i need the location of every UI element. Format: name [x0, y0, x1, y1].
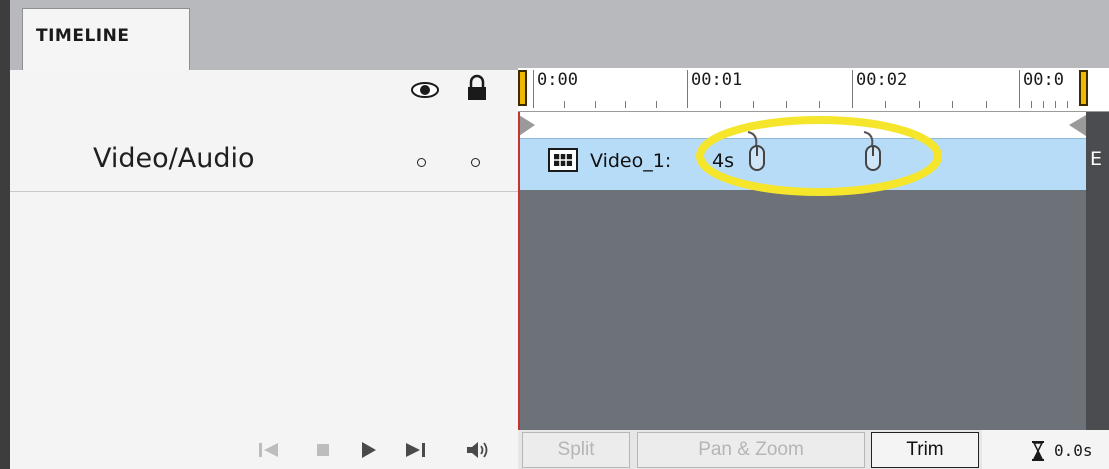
trim-button[interactable]: Trim: [871, 432, 979, 468]
play-icon[interactable]: [360, 441, 378, 459]
ruler-minor-tick: [952, 101, 953, 108]
ruler-minor-tick: [720, 101, 721, 108]
ruler-minor-tick: [753, 101, 754, 108]
ruler-major-tick: [1019, 70, 1020, 108]
duration-value: 0.0s: [1054, 441, 1093, 460]
ruler-minor-tick: [786, 101, 787, 108]
volume-icon[interactable]: [466, 440, 492, 460]
visibility-toggle[interactable]: [417, 158, 426, 167]
clip-name: Video_1:: [590, 150, 672, 172]
timeline-end-handle[interactable]: [1079, 70, 1088, 106]
ruler-tick-label: 0:00: [537, 70, 578, 90]
track-label: Video/Audio: [93, 143, 255, 174]
highlight-ellipse: [696, 116, 942, 196]
skip-forward-icon[interactable]: [404, 441, 428, 459]
ruler-tick-label: 00:01: [691, 70, 743, 90]
ruler-minor-tick: [1031, 101, 1032, 108]
left-window-border: [0, 0, 10, 469]
track-divider: [10, 191, 518, 192]
ruler-major-tick: [687, 70, 688, 108]
ruler-minor-tick: [564, 101, 565, 108]
track-header-column: [10, 70, 518, 469]
ruler-tick-label: 00:02: [856, 70, 908, 90]
timeline-ruler[interactable]: [518, 68, 1109, 112]
eye-icon[interactable]: [410, 80, 440, 100]
start-marker-icon[interactable]: [518, 114, 538, 138]
ruler-minor-tick: [1055, 101, 1056, 108]
lock-toggle[interactable]: [471, 158, 480, 167]
ruler-major-tick: [533, 70, 534, 108]
ruler-minor-tick: [625, 101, 626, 108]
ruler-minor-tick: [885, 101, 886, 108]
track-drop-area[interactable]: [520, 190, 1086, 430]
film-strip-icon: [548, 148, 578, 172]
ruler-minor-tick: [819, 101, 820, 108]
skip-back-icon[interactable]: [258, 441, 280, 459]
lock-icon[interactable]: [466, 74, 488, 102]
hourglass-icon: [1032, 441, 1044, 461]
ruler-minor-tick: [656, 101, 657, 108]
end-marker-icon[interactable]: [1066, 114, 1088, 138]
ruler-minor-tick: [595, 101, 596, 108]
ruler-tick-label: 00:0: [1023, 70, 1064, 90]
ruler-minor-tick: [986, 101, 987, 108]
next-clip-label: E: [1090, 148, 1103, 170]
split-button[interactable]: Split: [522, 432, 630, 468]
timeline-start-handle[interactable]: [518, 70, 527, 106]
ruler-minor-tick: [1043, 101, 1044, 108]
ruler-minor-tick: [1067, 101, 1068, 108]
ruler-minor-tick: [919, 101, 920, 108]
playhead[interactable]: [518, 112, 520, 430]
stop-icon[interactable]: [316, 443, 330, 457]
pan-zoom-button[interactable]: Pan & Zoom: [637, 432, 865, 468]
tab-timeline-label: TIMELINE: [36, 26, 130, 46]
ruler-major-tick: [852, 70, 853, 108]
